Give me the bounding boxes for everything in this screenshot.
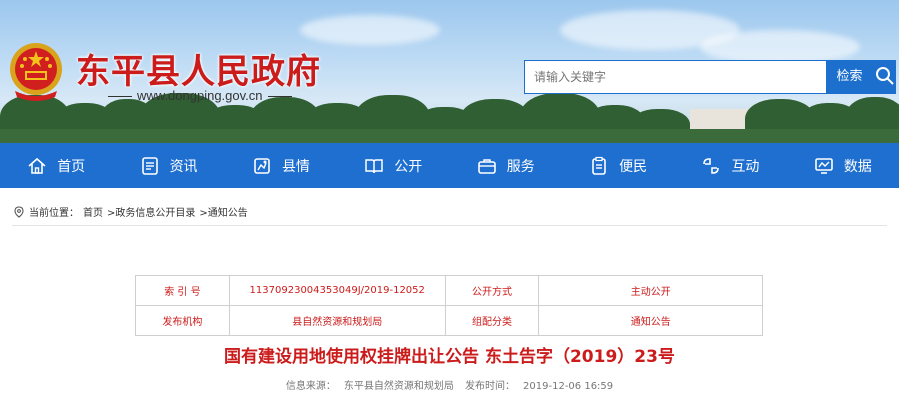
nav-label: 互动 [731, 158, 760, 175]
document-meta-table: 索 引 号 11370923004353049J/2019-12052 公开方式… [135, 275, 763, 336]
location-pin-icon [14, 205, 24, 218]
search-icon-button[interactable] [873, 60, 896, 94]
breadcrumb: 当前位置： 首页 >政务信息公开目录 >通知公告 [13, 204, 248, 219]
nav-label: 服务 [506, 158, 535, 175]
breadcrumb-link-notices[interactable]: >通知公告 [199, 204, 247, 219]
time-value: 2019-12-06 16:59 [523, 381, 614, 392]
document-info: 信息来源： 东平县自然资源和规划局 发布时间： 2019-12-06 16:59 [0, 377, 899, 392]
national-emblem-icon [10, 43, 62, 101]
nav-label: 便民 [619, 158, 648, 175]
publisher-value: 县自然资源和规划局 [228, 305, 446, 336]
nav-item-service[interactable]: 服务 [450, 143, 562, 188]
nav-label: 首页 [57, 158, 86, 175]
site-title: 东平县人民政府 [76, 52, 321, 92]
news-icon [141, 156, 158, 175]
breadcrumb-link-home[interactable]: 首页 [83, 204, 103, 219]
nav-label: 数据 [843, 158, 872, 175]
publisher-label: 发布机构 [135, 305, 230, 336]
nav-item-home[interactable]: 首页 [0, 143, 112, 188]
table-row: 发布机构 县自然资源和规划局 组配分类 通知公告 [135, 305, 763, 336]
chart-monitor-icon [815, 157, 833, 174]
main-nav: 首页 资讯 县情 公开 服务 便民 互动 数据 [0, 143, 899, 188]
home-icon [28, 157, 46, 174]
nav-label: 资讯 [169, 158, 198, 175]
interaction-icon [703, 157, 720, 174]
breadcrumb-link-directory[interactable]: >政务信息公开目录 [107, 204, 195, 219]
header-banner: 东平县人民政府 www.dongping.gov.cn 检索 [0, 0, 899, 143]
site-url: www.dongping.gov.cn [103, 88, 297, 103]
breadcrumb-prefix: 当前位置： [29, 208, 79, 219]
search-button[interactable]: 检索 [826, 60, 873, 94]
index-label: 索 引 号 [135, 275, 230, 306]
nav-label: 公开 [394, 158, 423, 175]
open-method-value: 主动公开 [538, 275, 763, 306]
document-title: 国有建设用地使用权挂牌出让公告 东土告字（2019）23号 [224, 347, 675, 367]
nav-label: 县情 [281, 158, 310, 175]
book-icon [365, 158, 384, 173]
nav-item-news[interactable]: 资讯 [112, 143, 224, 188]
source-label: 信息来源： [285, 381, 336, 392]
county-icon [254, 157, 270, 174]
index-value: 11370923004353049J/2019-12052 [228, 275, 446, 306]
nav-item-open[interactable]: 公开 [337, 143, 449, 188]
briefcase-icon [477, 158, 496, 174]
divider [12, 225, 887, 226]
open-method-label: 公开方式 [444, 275, 540, 306]
category-label: 组配分类 [444, 305, 540, 336]
category-value: 通知公告 [538, 305, 763, 336]
table-row: 索 引 号 11370923004353049J/2019-12052 公开方式… [135, 275, 763, 306]
search-box: 检索 [524, 60, 896, 94]
nav-item-convenience[interactable]: 便民 [562, 143, 674, 188]
time-label: 发布时间： [465, 381, 516, 392]
nav-item-data[interactable]: 数据 [787, 143, 899, 188]
nav-item-interaction[interactable]: 互动 [674, 143, 786, 188]
search-icon [876, 67, 894, 85]
clipboard-icon [592, 156, 606, 175]
search-input[interactable] [525, 61, 826, 93]
nav-item-county[interactable]: 县情 [225, 143, 337, 188]
source-value: 东平县自然资源和规划局 [343, 381, 454, 392]
